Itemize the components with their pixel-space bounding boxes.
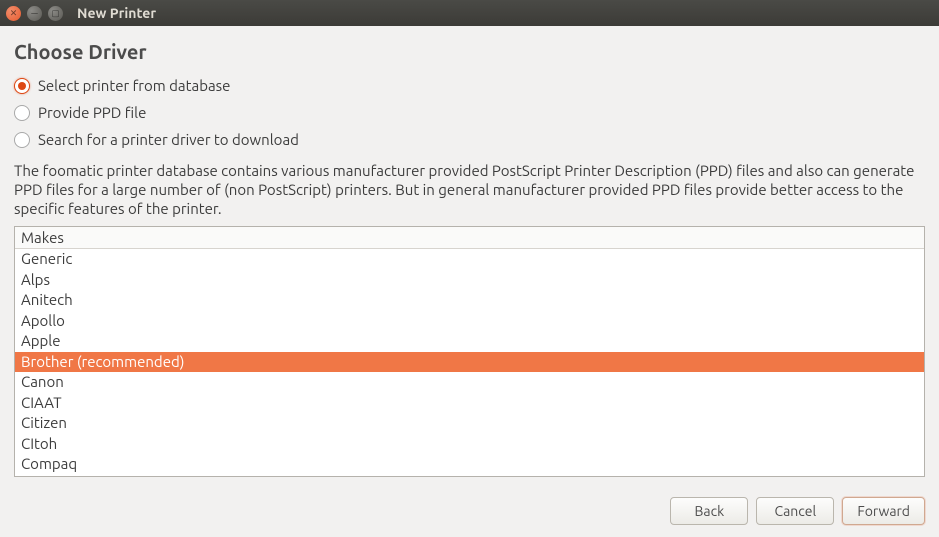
window-titlebar: ✕ － ▢ New Printer [0,0,939,26]
list-item[interactable]: Canon [15,372,924,393]
window-title: New Printer [77,5,156,21]
list-item[interactable]: Alps [15,270,924,291]
window-minimize-button[interactable]: － [27,6,42,21]
driver-source-radio-group: Select printer from database Provide PPD… [14,77,925,148]
list-item[interactable]: Brother (recommended) [15,352,924,373]
list-item[interactable]: Generic [15,249,924,270]
list-item[interactable]: Apollo [15,311,924,332]
list-item[interactable]: Anitech [15,290,924,311]
back-button[interactable]: Back [670,497,748,525]
radio-indicator-icon [14,105,30,121]
window-close-button[interactable]: ✕ [6,6,21,21]
list-item[interactable]: Compaq [15,454,924,475]
radio-label: Provide PPD file [38,104,146,121]
dialog-content: Choose Driver Select printer from databa… [0,26,939,477]
list-item[interactable]: CItoh [15,434,924,455]
radio-indicator-icon [14,132,30,148]
list-item[interactable]: CIAAT [15,393,924,414]
driver-description-text: The foomatic printer database contains v… [14,162,925,218]
radio-search-download[interactable]: Search for a printer driver to download [14,131,925,148]
cancel-button[interactable]: Cancel [756,497,834,525]
makes-list-body: Generic Alps Anitech Apollo Apple Brothe… [15,249,924,475]
radio-indicator-icon [14,78,30,94]
page-heading: Choose Driver [14,40,925,63]
radio-provide-ppd[interactable]: Provide PPD file [14,104,925,121]
makes-list[interactable]: Makes Generic Alps Anitech Apollo Apple … [14,226,925,477]
makes-list-header[interactable]: Makes [15,227,924,249]
window-maximize-button[interactable]: ▢ [48,6,63,21]
list-item[interactable]: Apple [15,331,924,352]
radio-label: Select printer from database [38,77,230,94]
radio-select-from-database[interactable]: Select printer from database [14,77,925,94]
forward-button[interactable]: Forward [842,497,925,525]
radio-label: Search for a printer driver to download [38,131,299,148]
dialog-button-bar: Back Cancel Forward [670,497,925,525]
list-item[interactable]: Citizen [15,413,924,434]
